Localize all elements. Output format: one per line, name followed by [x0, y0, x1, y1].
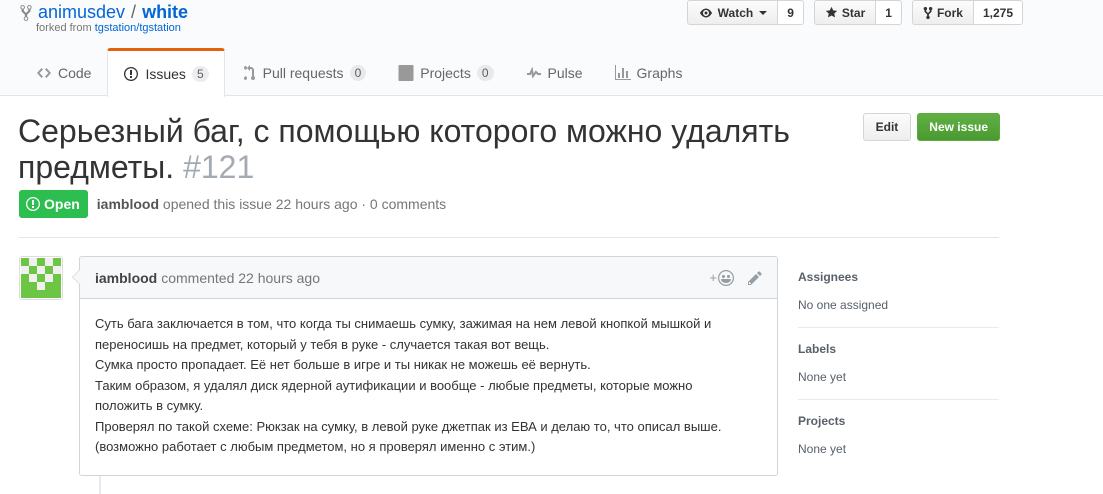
forked-from: forked from tgstation/tgstation: [36, 22, 181, 34]
comment-line: (возможно работает с любым предметом, но…: [95, 439, 536, 454]
new-issue-button[interactable]: New issue: [917, 113, 1000, 141]
watch-group: Watch 9: [686, 0, 804, 25]
comment-header: iamblood commented 22 hours ago +: [80, 257, 777, 299]
header-divider: [19, 237, 999, 238]
code-icon: [37, 67, 51, 78]
issue-number: #121: [183, 149, 255, 185]
watch-count[interactable]: 9: [778, 0, 804, 25]
pulse-icon: [526, 66, 541, 79]
fork-group: Fork 1,275: [911, 0, 1023, 25]
forked-source-link[interactable]: tgstation/tgstation: [95, 22, 181, 34]
fork-button[interactable]: Fork: [911, 0, 974, 25]
avatar[interactable]: [19, 256, 63, 300]
tab-graphs[interactable]: Graphs: [599, 48, 699, 96]
issue-author-link[interactable]: iamblood: [97, 196, 159, 212]
tab-issues-label: Issues: [145, 66, 186, 82]
pencil-edit-icon[interactable]: [748, 270, 762, 286]
sidebar-projects[interactable]: Projects None yet: [798, 400, 999, 471]
pulls-counter: 0: [349, 64, 367, 81]
issue-opened-icon: [124, 67, 139, 81]
comment-line: Сумка просто пропадает. Её нет больше в …: [95, 357, 591, 372]
sidebar-assignees[interactable]: Assignees No one assigned: [798, 256, 999, 328]
star-button[interactable]: Star: [813, 0, 877, 25]
watch-label: Watch: [717, 5, 754, 20]
timeline-line: [99, 476, 101, 494]
comment-author-link[interactable]: iamblood: [95, 270, 157, 286]
sidebar-labels-value: None yet: [798, 370, 847, 384]
sidebar-labels[interactable]: Labels None yet: [798, 328, 999, 400]
fork-icon: [923, 6, 933, 19]
star-group: Star 1: [813, 0, 902, 25]
sidebar-labels-title: Labels: [798, 342, 837, 356]
edit-button[interactable]: Edit: [862, 113, 912, 141]
star-count[interactable]: 1: [876, 0, 902, 25]
issue-opened-icon: [26, 197, 40, 211]
comment-body: Суть бага заключается в том, что когда т…: [80, 299, 777, 473]
repo-nav: Code Issues 5 Pull requests 0 Projects 0…: [20, 48, 699, 97]
star-icon: [825, 6, 838, 18]
issue-title: Серьезный баг, с помощью которого можно …: [18, 113, 838, 185]
fork-label: Fork: [936, 5, 963, 20]
sidebar-assignees-title: Assignees: [798, 270, 859, 284]
tab-code-label: Code: [58, 64, 92, 81]
pagehead-actions: Watch 9 Star 1 Fork 1,275: [686, 0, 1023, 25]
repo-title: animusdev / white: [20, 2, 188, 23]
comment-line: переносишь на предмет, который у тебя в …: [95, 336, 550, 352]
tab-projects[interactable]: Projects 0: [382, 48, 509, 96]
comment-line: Проверял по такой схеме: Рюкзак на сумку…: [95, 418, 722, 434]
tab-projects-label: Projects: [420, 64, 471, 81]
issue-meta: Open iamblood opened this issue 22 hours…: [19, 190, 446, 218]
comment-meta-text: commented 22 hours ago: [161, 269, 320, 286]
comment-actions: +: [709, 269, 762, 286]
issues-counter: 5: [191, 66, 209, 82]
tab-pulse[interactable]: Pulse: [510, 48, 599, 96]
graph-icon: [614, 64, 631, 80]
smiley-icon: [718, 269, 734, 286]
tab-pull-requests-label: Pull requests: [262, 64, 344, 81]
comment-pointer: [72, 269, 80, 285]
repo-header: animusdev / white forked from tgstation/…: [0, 0, 1103, 97]
add-reaction-plus: +: [709, 270, 717, 285]
tab-pulse-label: Pulse: [547, 64, 583, 81]
tab-code[interactable]: Code: [20, 48, 107, 96]
tab-graphs-label: Graphs: [636, 64, 683, 81]
git-pull-request-icon: [243, 64, 255, 80]
add-reaction-button[interactable]: +: [709, 269, 734, 286]
comment-line: положить в сумку.: [95, 398, 204, 413]
issue-title-text: Серьезный баг, с помощью которого можно …: [18, 113, 790, 185]
issue-header-actions: Edit New issue: [862, 113, 1000, 141]
star-label: Star: [841, 5, 866, 20]
tab-issues[interactable]: Issues 5: [107, 48, 225, 97]
fork-count[interactable]: 1,275: [973, 0, 1023, 25]
tab-pull-requests[interactable]: Pull requests 0: [225, 48, 383, 96]
comment: iamblood commented 22 hours ago + Суть б…: [72, 256, 778, 476]
projects-counter: 0: [476, 64, 494, 81]
repo-forked-icon: [20, 4, 32, 21]
repo-owner-link[interactable]: animusdev: [38, 2, 125, 23]
comment-line: Суть бага заключается в том, что когда т…: [95, 316, 712, 331]
sidebar-projects-value: None yet: [798, 442, 847, 456]
watch-button[interactable]: Watch: [686, 0, 779, 25]
issue-sidebar: Assignees No one assigned Labels None ye…: [798, 256, 999, 471]
repo-name-link[interactable]: white: [142, 2, 188, 23]
eye-icon: [699, 8, 712, 17]
sidebar-projects-title: Projects: [798, 414, 846, 428]
project-icon: [398, 64, 414, 81]
sidebar-assignees-value: No one assigned: [798, 298, 889, 312]
forked-prefix: forked from: [36, 22, 95, 34]
repo-separator: /: [131, 2, 137, 22]
state-badge: Open: [19, 190, 88, 218]
issue-meta-text: opened this issue 22 hours ago · 0 comme…: [162, 196, 447, 212]
state-label: Open: [44, 196, 80, 212]
comment-line: Таким образом, я удалял диск ядерной аут…: [95, 377, 693, 393]
identicon-avatar-icon: [21, 258, 61, 298]
caret-down-icon: [759, 10, 768, 15]
